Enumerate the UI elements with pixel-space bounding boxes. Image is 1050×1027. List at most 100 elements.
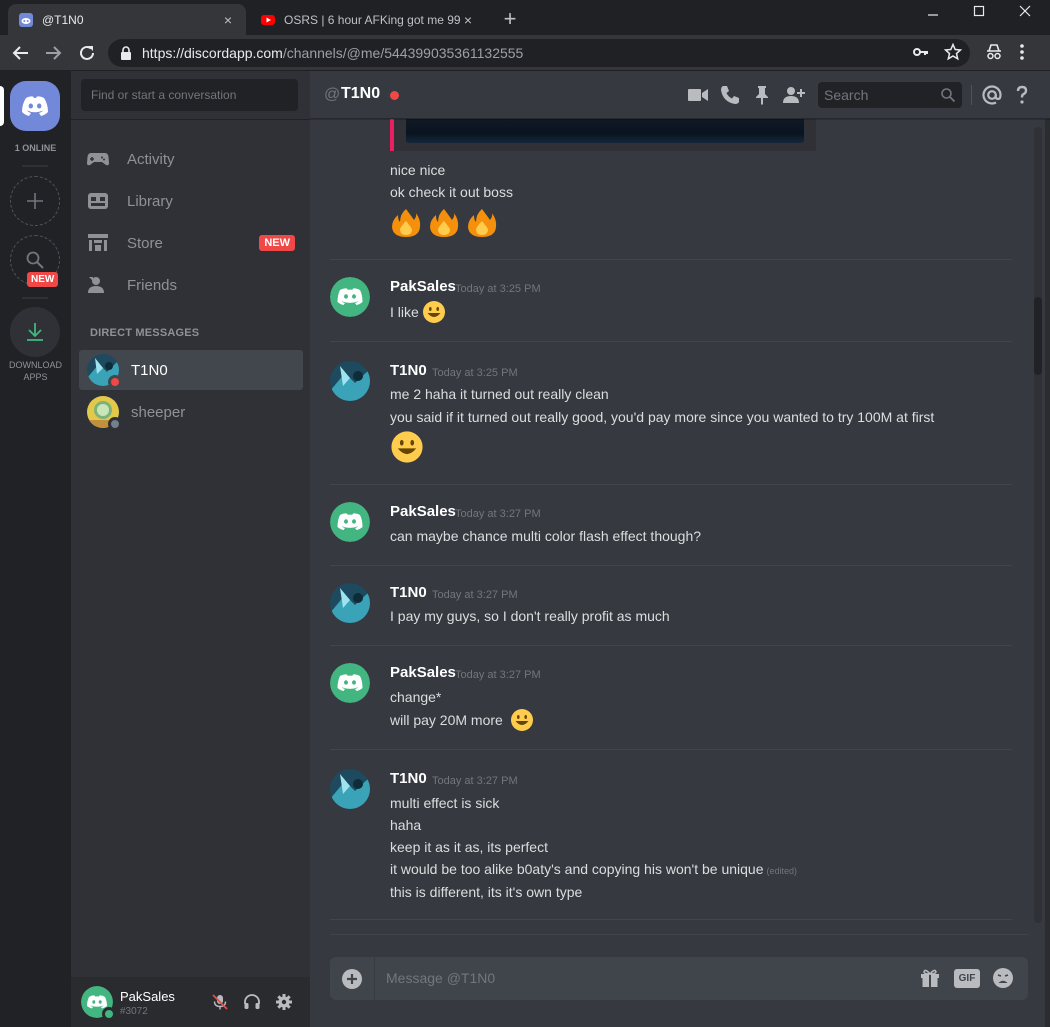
paksales-avatar-icon[interactable] <box>330 277 370 317</box>
t1n0-avatar-image[interactable] <box>330 583 370 623</box>
dm-item-t1n0[interactable]: T1N0 <box>79 350 303 390</box>
user-avatar[interactable] <box>81 986 116 1021</box>
fire-emoji-icon <box>392 209 421 237</box>
message-line: nice nice <box>390 162 446 178</box>
message-text: it would be too alike b0aty's and copyin… <box>390 861 764 877</box>
message-author[interactable]: PakSales <box>390 664 456 681</box>
message-scrollbar[interactable] <box>1034 127 1042 923</box>
close-window-button[interactable] <box>1002 0 1048 30</box>
message-author[interactable]: T1N0 <box>390 770 427 787</box>
message-divider <box>330 645 1012 646</box>
back-button[interactable] <box>8 40 34 66</box>
dnd-status-icon <box>390 91 399 100</box>
store-new-badge: NEW <box>259 235 295 251</box>
new-tab-button[interactable]: + <box>498 6 522 32</box>
browser-tab-discord[interactable]: @T1N0 × <box>8 4 246 35</box>
at-symbol: @ <box>324 86 341 103</box>
nav-item-library[interactable]: Library <box>79 181 303 221</box>
message-author[interactable]: PakSales <box>390 278 456 295</box>
chat-search-input[interactable]: Search <box>818 82 962 108</box>
mentions-at-icon[interactable] <box>980 83 1004 107</box>
composer-divider <box>330 934 1028 935</box>
app-root: @T1N0 × OSRS | 6 hour AFKing got me 99 ×… <box>0 0 1050 1027</box>
video-call-icon[interactable] <box>686 83 710 107</box>
home-button[interactable] <box>10 81 60 131</box>
minimize-button[interactable] <box>910 0 956 30</box>
smiley-emoji-icon <box>423 301 445 323</box>
message-line: you said if it turned out really good, y… <box>390 409 935 425</box>
window-edge <box>1045 71 1050 1027</box>
browser-menu-icon[interactable] <box>1018 43 1026 66</box>
url-bar[interactable]: https://discordapp.com/channels/@me/5443… <box>108 39 970 67</box>
message-line: I like <box>390 304 419 320</box>
forward-button[interactable] <box>40 40 66 66</box>
scrollbar-thumb[interactable] <box>1034 297 1042 375</box>
discord-favicon-icon <box>19 12 33 27</box>
reload-button[interactable] <box>74 40 100 66</box>
friends-icon <box>88 277 104 293</box>
smiley-emoji-icon <box>391 431 423 463</box>
add-friend-icon[interactable] <box>782 83 806 107</box>
search-icon <box>941 88 956 103</box>
user-panel: PakSales #3072 <box>71 977 310 1027</box>
message-author[interactable]: PakSales <box>390 503 456 520</box>
guild-separator <box>22 165 48 167</box>
t1n0-avatar-image[interactable] <box>330 769 370 809</box>
message-author[interactable]: T1N0 <box>390 362 427 379</box>
nav-item-activity[interactable]: Activity <box>79 139 303 179</box>
key-icon[interactable] <box>912 43 930 66</box>
online-count: 1 ONLINE <box>14 143 57 153</box>
chat-header: @ T1N0 Search <box>310 71 1050 119</box>
dm-item-sheeper[interactable]: sheeper <box>79 392 303 432</box>
download-apps-label: DOWNLOAD APPS <box>0 359 71 383</box>
message-line: me 2 haha it turned out really clean <box>390 386 609 402</box>
nav-item-store[interactable]: Store NEW <box>79 223 303 263</box>
dnd-status-icon <box>108 375 122 389</box>
message-input[interactable]: Message @T1N0 <box>386 970 495 986</box>
message-divider <box>330 484 1012 485</box>
message-divider <box>330 259 1012 260</box>
url-path: /channels/@me/544399035361132555 <box>282 45 524 61</box>
paksales-avatar-icon[interactable] <box>330 663 370 703</box>
message-divider <box>330 341 1012 342</box>
download-label-line: DOWNLOAD <box>8 360 62 370</box>
message-timestamp: Today at 3:27 PM <box>455 508 541 520</box>
upload-plus-icon[interactable] <box>340 967 364 991</box>
nav-label: Store <box>127 234 163 252</box>
tab-close-icon[interactable]: × <box>460 12 476 28</box>
message-divider <box>330 919 1012 920</box>
nav-label: Library <box>127 192 173 210</box>
headphones-icon[interactable] <box>243 993 261 1011</box>
library-icon <box>88 193 108 209</box>
mute-microphone-icon[interactable] <box>211 993 229 1011</box>
pin-icon[interactable] <box>750 83 774 107</box>
bookmark-star-icon[interactable] <box>943 42 963 66</box>
settings-gear-icon[interactable] <box>275 993 293 1011</box>
message-author[interactable]: T1N0 <box>390 584 427 601</box>
maximize-button[interactable] <box>956 0 1002 30</box>
arrow-right-icon <box>46 46 62 60</box>
gift-icon[interactable] <box>919 967 941 989</box>
magnifier-icon <box>26 251 44 269</box>
message-line: ok check it out boss <box>390 184 513 200</box>
message-line: will pay 20M more <box>390 712 503 728</box>
dm-avatar <box>87 354 122 389</box>
message-line: multi effect is sick <box>390 795 500 811</box>
message-composer[interactable]: Message @T1N0 GIF <box>330 957 1028 1000</box>
t1n0-avatar-image[interactable] <box>330 361 370 401</box>
download-apps-button[interactable] <box>10 307 60 357</box>
browser-tab-youtube[interactable]: OSRS | 6 hour AFKing got me 99 × <box>250 4 486 35</box>
emoji-picker-icon[interactable] <box>992 967 1014 989</box>
smiley-emoji-icon <box>511 709 533 731</box>
paksales-avatar-icon[interactable] <box>330 502 370 542</box>
find-conversation-input[interactable]: Find or start a conversation <box>81 79 298 111</box>
voice-call-icon[interactable] <box>718 83 742 107</box>
incognito-icon[interactable] <box>985 43 1003 66</box>
gif-button[interactable]: GIF <box>954 969 980 988</box>
message-list: nice nice ok check it out boss PakSales … <box>310 119 1050 934</box>
tab-close-icon[interactable]: × <box>220 12 236 28</box>
help-question-icon[interactable] <box>1010 83 1034 107</box>
nav-item-friends[interactable]: Friends <box>79 265 303 305</box>
add-server-button[interactable] <box>10 176 60 226</box>
embed-image <box>406 119 804 143</box>
